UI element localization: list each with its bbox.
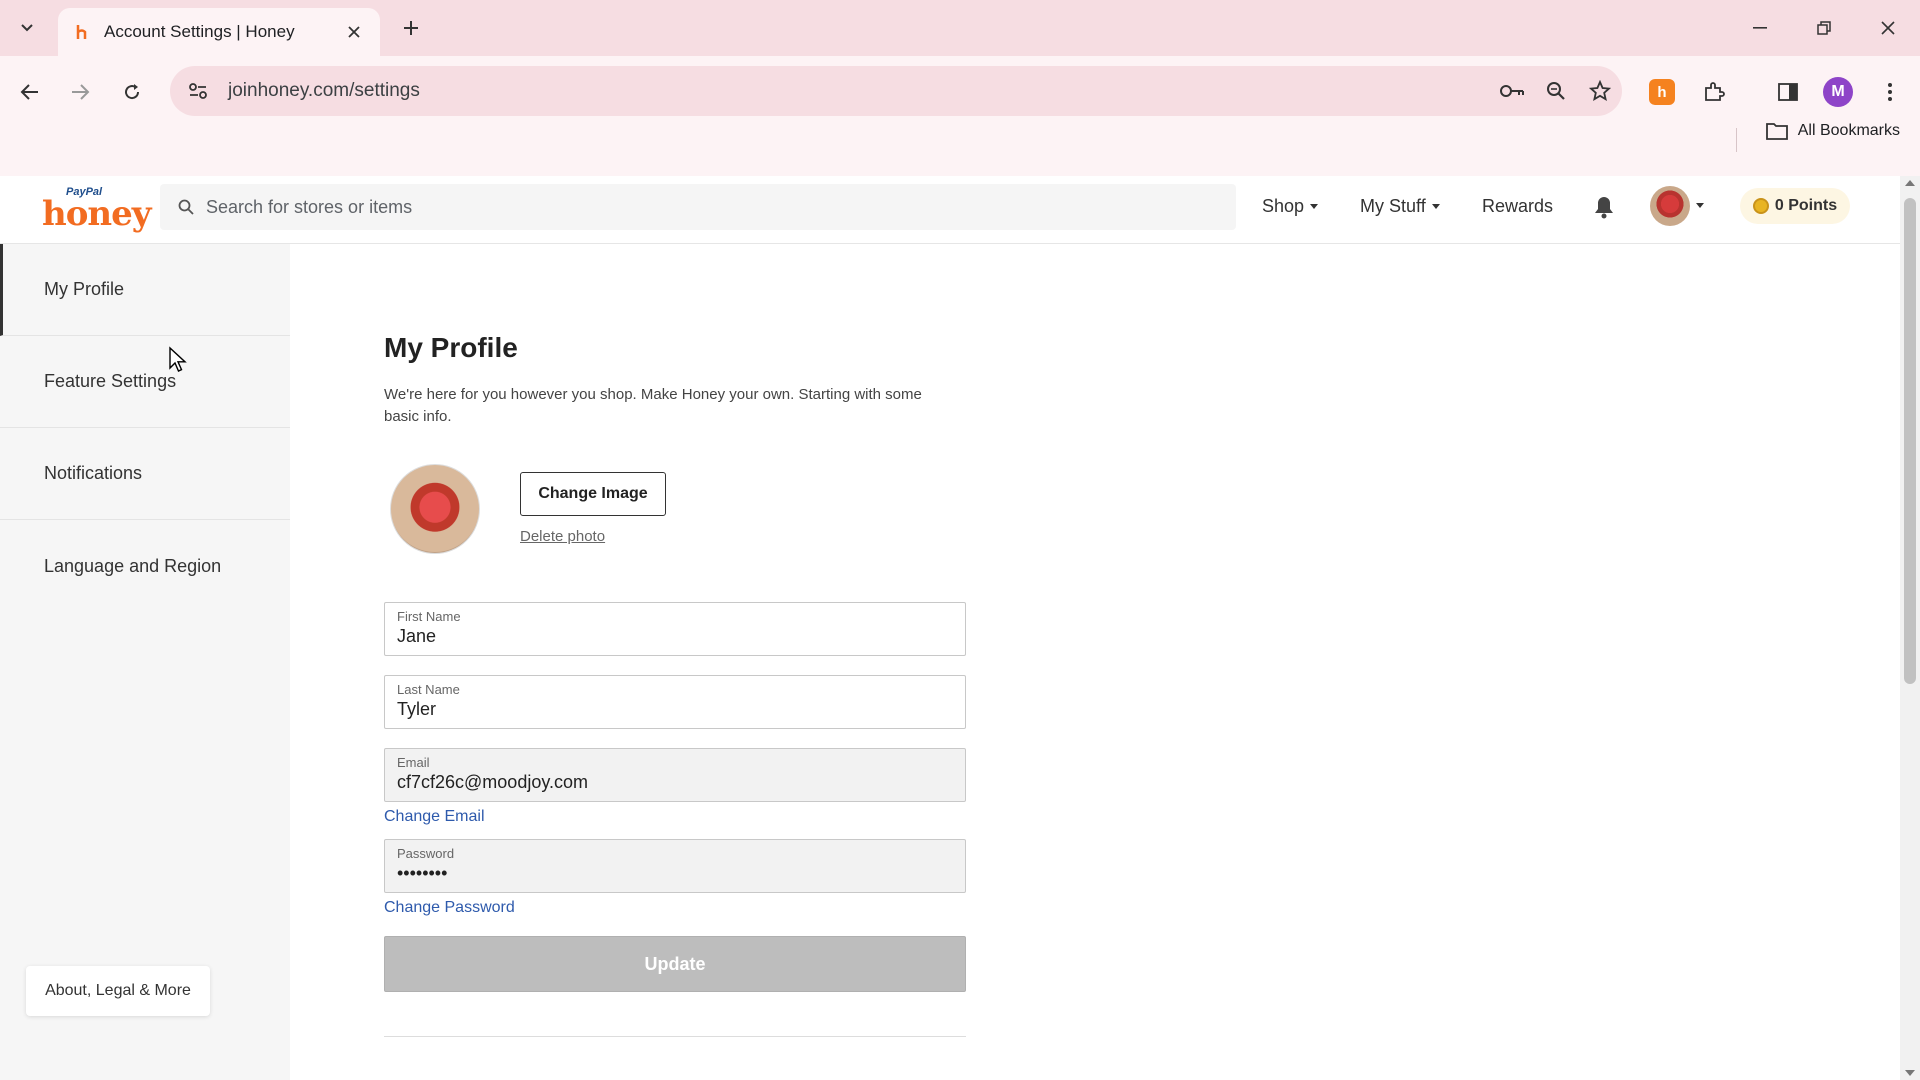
about-legal-label: About, Legal & More <box>45 982 191 999</box>
email-label: Email <box>397 755 430 770</box>
user-avatar[interactable] <box>1650 186 1690 226</box>
avatar-caret-down-icon[interactable] <box>1696 203 1704 208</box>
restore-icon[interactable] <box>1806 12 1842 44</box>
window-close-icon[interactable] <box>1870 12 1906 44</box>
change-email-link[interactable]: Change Email <box>384 808 485 826</box>
settings-sidebar: My Profile Feature Settings Notification… <box>0 244 290 1080</box>
honey-extension-icon[interactable]: h <box>1640 70 1684 114</box>
browser-tab-bar: Account Settings | Honey <box>0 0 1920 56</box>
address-bar[interactable]: joinhoney.com/settings <box>170 66 1622 116</box>
rewards-link[interactable]: Rewards <box>1482 196 1553 217</box>
section-divider <box>384 1036 966 1037</box>
sidebar-item-label: My Profile <box>44 279 125 299</box>
sidebar-item-feature-settings[interactable]: Feature Settings <box>0 336 290 428</box>
minimize-icon[interactable] <box>1742 12 1778 44</box>
site-header: PayPal honey Shop My Stuff Rewards 0 Poi… <box>0 176 1900 244</box>
profile-avatar-icon[interactable]: M <box>1816 70 1860 114</box>
delete-photo-link[interactable]: Delete photo <box>520 528 605 545</box>
my-stuff-label: My Stuff <box>1360 196 1426 216</box>
search-input[interactable] <box>206 196 1236 218</box>
all-bookmarks-label: All Bookmarks <box>1797 122 1900 139</box>
folder-icon <box>1765 123 1788 140</box>
scroll-down-arrow-icon[interactable] <box>1905 1070 1915 1076</box>
search-icon <box>176 197 196 217</box>
logo-honey-text: honey <box>42 194 152 234</box>
mouse-cursor-icon <box>169 346 187 372</box>
search-bar[interactable] <box>160 184 1236 230</box>
coin-icon <box>1752 198 1769 214</box>
extensions-puzzle-icon[interactable] <box>1692 70 1736 114</box>
bookmark-star-icon[interactable] <box>1578 69 1622 113</box>
profile-main: My Profile We're here for you however yo… <box>290 244 1900 1080</box>
honey-logo[interactable]: PayPal honey <box>42 186 152 234</box>
browser-toolbar: joinhoney.com/settings h M All Bookmarks <box>0 56 1920 176</box>
change-image-button[interactable]: Change Image <box>520 472 666 516</box>
password-label: Password <box>397 846 455 861</box>
page-scrollbar[interactable] <box>1900 176 1920 1080</box>
caret-down-icon <box>1310 204 1319 209</box>
scroll-thumb[interactable] <box>1904 198 1916 684</box>
sidebar-item-my-profile[interactable]: My Profile <box>0 244 290 336</box>
side-panel-icon[interactable] <box>1766 70 1810 114</box>
password-field[interactable]: Password •••••••• <box>384 839 966 893</box>
tab-search-dropdown-button[interactable] <box>10 12 44 44</box>
email-field[interactable]: Email cf7cf26c@moodjoy.com <box>384 748 966 802</box>
caret-down-icon <box>1431 204 1440 209</box>
reload-icon[interactable] <box>112 72 152 112</box>
zoom-icon[interactable] <box>1534 69 1578 113</box>
profile-photo <box>390 464 480 554</box>
site-settings-icon[interactable] <box>178 71 218 111</box>
password-value: •••••••• <box>397 863 448 883</box>
bookmarks-separator <box>1736 128 1737 152</box>
first-name-label: First Name <box>397 609 461 624</box>
update-button[interactable]: Update <box>384 936 966 992</box>
all-bookmarks-button[interactable]: All Bookmarks <box>1765 122 1900 140</box>
scroll-up-arrow-icon[interactable] <box>1905 180 1915 186</box>
sidebar-item-label: Feature Settings <box>44 371 177 391</box>
browser-tab-active[interactable]: Account Settings | Honey <box>58 8 380 56</box>
sidebar-item-language-and-region[interactable]: Language and Region <box>0 520 290 612</box>
email-value: cf7cf26c@moodjoy.com <box>397 772 589 792</box>
points-badge[interactable]: 0 Points <box>1740 188 1850 224</box>
points-label: 0 Points <box>1774 197 1838 214</box>
shop-label: Shop <box>1262 196 1305 216</box>
new-tab-plus-icon[interactable] <box>396 13 426 43</box>
sidebar-item-label: Notifications <box>44 463 143 483</box>
last-name-label: Last Name <box>397 682 460 697</box>
sidebar-item-notifications[interactable]: Notifications <box>0 428 290 520</box>
change-password-link[interactable]: Change Password <box>384 899 515 917</box>
browser-menu-icon[interactable] <box>1868 70 1912 114</box>
last-name-value[interactable]: Tyler <box>397 699 953 720</box>
bell-icon[interactable] <box>1590 192 1618 222</box>
web-page: PayPal honey Shop My Stuff Rewards 0 Poi… <box>0 176 1920 1080</box>
my-stuff-menu[interactable]: My Stuff <box>1360 196 1440 217</box>
chevron-down-icon <box>21 24 33 32</box>
url-text[interactable]: joinhoney.com/settings <box>228 80 1490 102</box>
last-name-field[interactable]: Last Name Tyler <box>384 675 966 729</box>
first-name-field[interactable]: First Name Jane <box>384 602 966 656</box>
first-name-value[interactable]: Jane <box>397 626 953 647</box>
shop-menu[interactable]: Shop <box>1262 196 1319 217</box>
forward-arrow-icon[interactable] <box>60 72 100 112</box>
close-icon[interactable] <box>342 20 366 44</box>
sidebar-item-label: Language and Region <box>44 555 222 576</box>
about-legal-button[interactable]: About, Legal & More <box>26 966 210 1016</box>
rewards-label: Rewards <box>1482 196 1554 216</box>
page-description: We're here for you however you shop. Mak… <box>384 386 922 425</box>
tab-title: Account Settings | Honey <box>104 22 295 41</box>
password-key-icon[interactable] <box>1490 69 1534 113</box>
back-arrow-icon[interactable] <box>10 72 50 112</box>
page-title: My Profile <box>384 332 518 363</box>
honey-favicon-icon <box>72 22 92 42</box>
